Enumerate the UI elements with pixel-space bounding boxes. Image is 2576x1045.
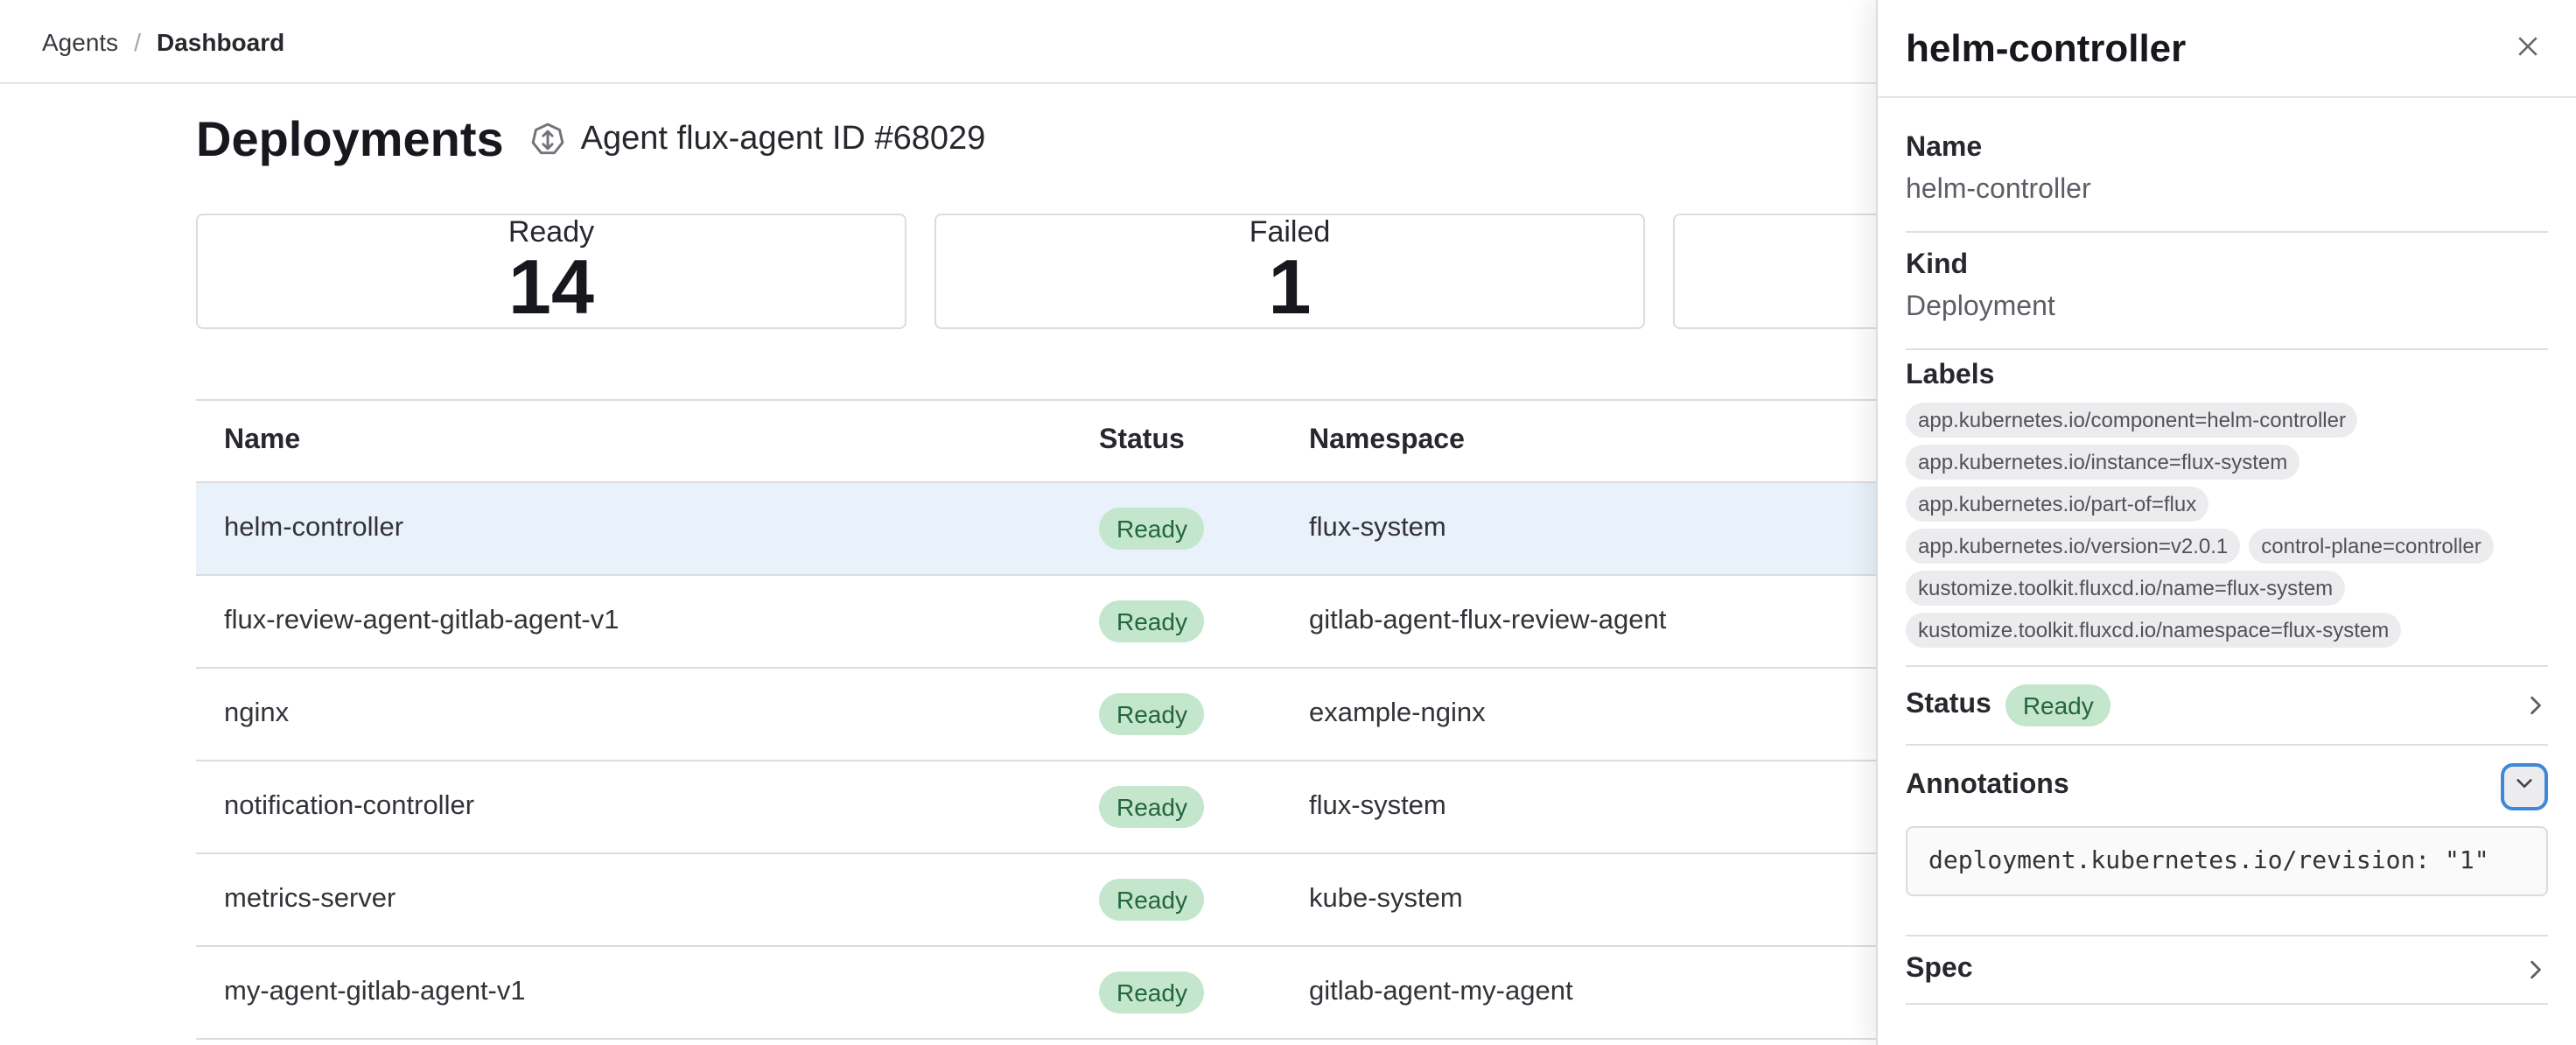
drawer-title: helm-controller (1906, 25, 2186, 71)
column-header-status: Status (1071, 425, 1281, 457)
chevron-right-icon (2524, 693, 2548, 718)
page-title: Deployments (196, 109, 504, 172)
drawer-section-status[interactable]: Status Ready (1906, 667, 2548, 746)
breadcrumb-agents-link[interactable]: Agents (42, 27, 118, 55)
stat-card-ready: Ready 14 (196, 214, 906, 329)
cell-name: metrics-server (196, 884, 1071, 915)
chevron-right-icon (2524, 957, 2548, 982)
status-badge: Ready (1099, 508, 1205, 550)
section-label: Name (1906, 133, 2548, 165)
status-badge: Ready (1099, 693, 1205, 735)
stat-card-value: 14 (508, 250, 594, 327)
label-badge: control-plane=controller (2249, 529, 2494, 564)
drawer-section-annotations: Annotations deployment.kubernetes.io/rev… (1906, 746, 2548, 936)
breadcrumb-separator: / (134, 27, 141, 55)
annotations-collapse-button[interactable] (2501, 762, 2548, 810)
resource-details-drawer: helm-controller Name helm-controller Kin… (1876, 0, 2576, 1045)
cell-name: notification-controller (196, 791, 1071, 823)
status-badge: Ready (1099, 971, 1205, 1013)
agent-reference: Agent flux-agent ID #68029 (528, 121, 986, 159)
chevron-down-icon (2513, 772, 2536, 800)
section-value: helm-controller (1906, 175, 2548, 207)
label-badge: app.kubernetes.io/version=v2.0.1 (1906, 529, 2240, 564)
label-badge: kustomize.toolkit.fluxcd.io/namespace=fl… (1906, 613, 2401, 648)
label-badge: app.kubernetes.io/component=helm-control… (1906, 403, 2358, 438)
close-drawer-button[interactable] (2508, 25, 2548, 71)
annotations-code-block: deployment.kubernetes.io/revision: "1" (1906, 826, 2548, 896)
stat-card-value: 1 (1269, 250, 1312, 327)
cell-name: nginx (196, 698, 1071, 730)
app-window: Agents / Dashboard Deployments Agent flu… (0, 0, 2576, 1045)
annotation-text: deployment.kubernetes.io/revision: "1" (1928, 847, 2489, 875)
close-icon (2515, 32, 2541, 64)
status-badge: Ready (1099, 600, 1205, 642)
drawer-section-name: Name helm-controller (1906, 98, 2548, 233)
drawer-section-spec[interactable]: Spec (1906, 936, 2548, 1005)
label-badge: app.kubernetes.io/instance=flux-system (1906, 445, 2300, 480)
section-label: Status (1906, 690, 1992, 721)
status-badge: Ready (1099, 786, 1205, 828)
cell-name: my-agent-gitlab-agent-v1 (196, 977, 1071, 1008)
column-header-name: Name (196, 425, 1071, 457)
drawer-section-kind: Kind Deployment (1906, 233, 2548, 350)
section-label: Spec (1906, 954, 1973, 985)
stat-card-failed: Failed 1 (934, 214, 1645, 329)
kubernetes-agent-icon (528, 121, 567, 159)
label-badge: kustomize.toolkit.fluxcd.io/name=flux-sy… (1906, 571, 2345, 606)
section-label: Labels (1906, 361, 2548, 392)
status-badge: Ready (1099, 879, 1205, 921)
cell-name: helm-controller (196, 513, 1071, 544)
drawer-section-labels: Labels app.kubernetes.io/component=helm-… (1906, 350, 2548, 667)
section-value: Deployment (1906, 292, 2548, 324)
status-badge: Ready (2006, 684, 2111, 726)
label-badge: app.kubernetes.io/part-of=flux (1906, 487, 2208, 522)
breadcrumb: Agents / Dashboard (42, 27, 284, 55)
agent-label: Agent flux-agent ID #68029 (581, 121, 986, 159)
drawer-header: helm-controller (1878, 0, 2576, 98)
cell-name: flux-review-agent-gitlab-agent-v1 (196, 606, 1071, 637)
section-label: Kind (1906, 250, 2548, 282)
section-label: Annotations (1906, 770, 2069, 802)
label-badge-list: app.kubernetes.io/component=helm-control… (1906, 403, 2550, 648)
breadcrumb-current-dashboard: Dashboard (157, 27, 284, 55)
